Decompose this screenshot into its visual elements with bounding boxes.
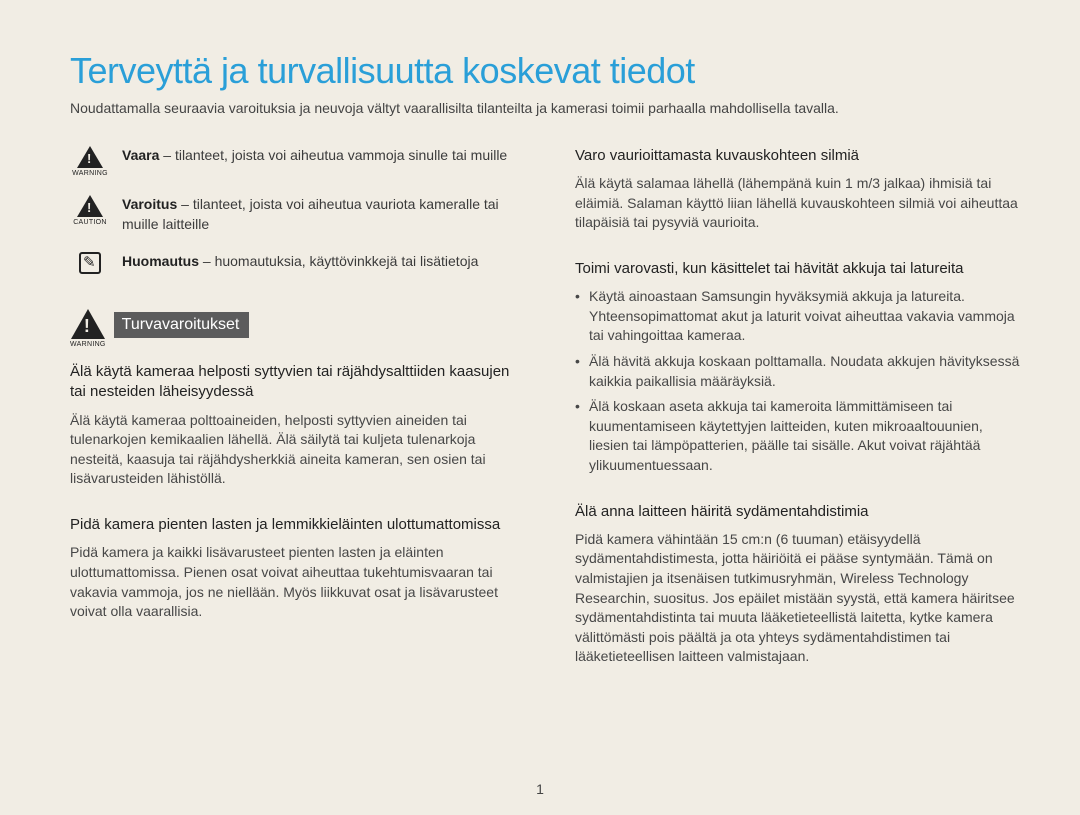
caution-icon-label: CAUTION	[73, 219, 107, 226]
section-heading: Pidä kamera pienten lasten ja lemmikkiel…	[70, 515, 515, 535]
legend-warning: WARNING Vaara – tilanteet, joista voi ai…	[70, 146, 515, 177]
legend-warning-text: Vaara – tilanteet, joista voi aiheutua v…	[122, 146, 507, 166]
page-number: 1	[0, 781, 1080, 797]
legend-note-text: Huomautus – huomautuksia, käyttövinkkejä…	[122, 252, 478, 272]
section-body: Pidä kamera vähintään 15 cm:n (6 tuuman)…	[575, 530, 1020, 667]
list-item: Käytä ainoastaan Samsungin hyväksymiä ak…	[575, 287, 1020, 346]
page-title: Terveyttä ja turvallisuutta koskevat tie…	[70, 50, 1020, 92]
note-icon	[79, 252, 101, 274]
section-heading: Varo vaurioittamasta kuvauskohteen silmi…	[575, 146, 1020, 166]
legend-caution-text: Varoitus – tilanteet, joista voi aiheutu…	[122, 195, 515, 234]
section-heading: Toimi varovasti, kun käsittelet tai hävi…	[575, 259, 1020, 279]
legend-caution: CAUTION Varoitus – tilanteet, joista voi…	[70, 195, 515, 234]
banner-label: Turvavaroitukset	[114, 312, 250, 338]
section-body: Pidä kamera ja kaikki lisävarusteet pien…	[70, 543, 515, 621]
section-heading: Älä käytä kameraa helposti syttyvien tai…	[70, 362, 515, 403]
right-column: Varo vaurioittamasta kuvauskohteen silmi…	[575, 146, 1020, 693]
banner-icon-label: WARNING	[70, 341, 106, 348]
warning-icon-label: WARNING	[72, 170, 108, 177]
section-body: Älä käytä kameraa polttoaineiden, helpos…	[70, 411, 515, 489]
list-item: Älä koskaan aseta akkuja tai kameroita l…	[575, 397, 1020, 475]
legend-note: Huomautus – huomautuksia, käyttövinkkejä…	[70, 252, 515, 274]
section-heading: Älä anna laitteen häiritä sydämentahdist…	[575, 502, 1020, 522]
bullet-list: Käytä ainoastaan Samsungin hyväksymiä ak…	[575, 287, 1020, 475]
intro-text: Noudattamalla seuraavia varoituksia ja n…	[70, 100, 1020, 116]
warning-triangle-icon	[71, 309, 105, 339]
safety-warnings-banner: WARNING Turvavaroitukset	[70, 309, 515, 348]
two-column-layout: WARNING Vaara – tilanteet, joista voi ai…	[70, 146, 1020, 693]
left-column: WARNING Vaara – tilanteet, joista voi ai…	[70, 146, 515, 693]
section-body: Älä käytä salamaa lähellä (lähempänä kui…	[575, 174, 1020, 233]
caution-triangle-icon	[77, 195, 103, 217]
warning-triangle-icon	[77, 146, 103, 168]
list-item: Älä hävitä akkuja koskaan polttamalla. N…	[575, 352, 1020, 391]
